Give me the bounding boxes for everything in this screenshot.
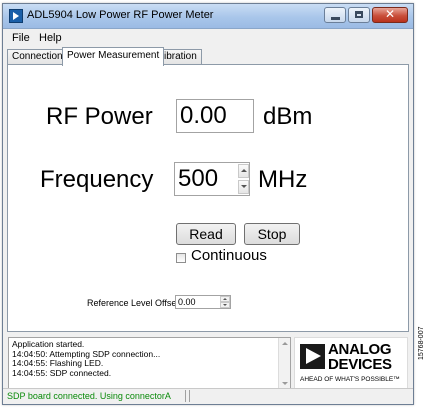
status-text: SDP board connected. Using connectorA [7, 391, 171, 401]
minimize-icon [331, 17, 340, 20]
frequency-spin-up[interactable] [238, 164, 249, 178]
frequency-spin-down[interactable] [238, 180, 249, 194]
logo-text-devices: DEVICES [328, 356, 392, 373]
figure-id: 15768-007 [418, 326, 425, 360]
status-bar: SDP board connected. Using connectorA [3, 388, 413, 404]
logo-triangle-icon [300, 344, 325, 369]
window-controls: ✕ [324, 7, 408, 23]
continuous-checkbox[interactable] [176, 253, 186, 263]
app-icon [9, 9, 23, 23]
minimize-button[interactable] [324, 7, 346, 23]
status-separator [189, 390, 190, 402]
reference-offset-label: Reference Level Offset [87, 298, 179, 308]
tab-power-measurement[interactable]: Power Measurement [62, 47, 165, 66]
stop-button[interactable]: Stop [244, 223, 300, 245]
analog-devices-logo: ANALOG DEVICES AHEAD OF WHAT'S POSSIBLE™ [294, 337, 408, 390]
continuous-label: Continuous [191, 247, 267, 264]
menu-file[interactable]: File [12, 32, 30, 44]
maximize-icon [355, 11, 363, 18]
rf-power-unit: dBm [263, 103, 313, 130]
status-separator [185, 390, 186, 402]
rf-power-value: 0.00 [176, 99, 254, 133]
close-button[interactable]: ✕ [372, 7, 408, 23]
message-log[interactable]: Application started. 14:04:50: Attemptin… [8, 337, 291, 390]
close-icon: ✕ [384, 7, 396, 21]
tab-connection[interactable]: Connection [7, 49, 68, 64]
frequency-unit: MHz [258, 166, 308, 193]
power-measurement-panel: RF Power 0.00 dBm Frequency 500 MHz Read… [7, 64, 409, 332]
frequency-label: Frequency [40, 166, 154, 193]
read-button[interactable]: Read [176, 223, 236, 245]
rf-power-label: RF Power [46, 103, 153, 130]
app-window: ADL5904 Low Power RF Power Meter ✕ File … [2, 3, 414, 405]
menu-bar: File Help [3, 29, 413, 47]
menu-help[interactable]: Help [39, 32, 62, 44]
log-line: 14:04:55: SDP connected. [12, 367, 112, 378]
window-title: ADL5904 Low Power RF Power Meter [27, 9, 214, 21]
title-bar[interactable]: ADL5904 Low Power RF Power Meter ✕ [3, 4, 413, 29]
maximize-button[interactable] [348, 7, 370, 23]
reference-offset-spin-down[interactable] [220, 302, 230, 308]
logo-tagline: AHEAD OF WHAT'S POSSIBLE™ [300, 376, 400, 383]
log-scrollbar[interactable] [278, 338, 290, 389]
